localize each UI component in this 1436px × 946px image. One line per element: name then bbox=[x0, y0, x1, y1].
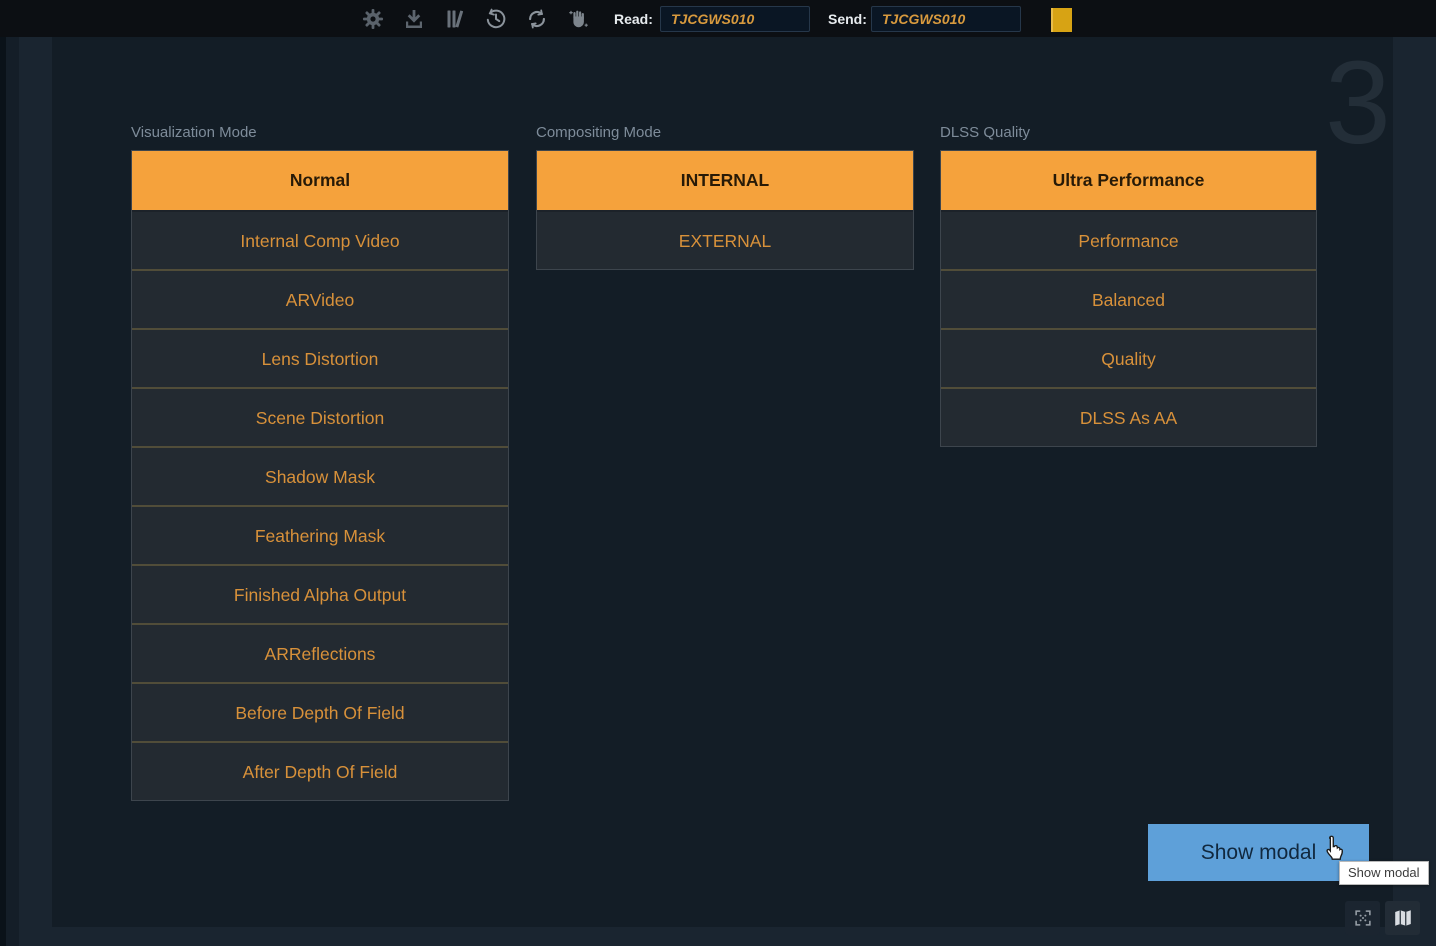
option-performance[interactable]: Performance bbox=[941, 210, 1316, 269]
show-modal-tooltip: Show modal bbox=[1339, 861, 1429, 885]
mouse-cursor-pointer-icon bbox=[1320, 834, 1347, 865]
hand-button[interactable] bbox=[565, 6, 591, 32]
option-arreflections[interactable]: ARReflections bbox=[132, 623, 508, 682]
column-title: DLSS Quality bbox=[940, 124, 1317, 150]
gear-icon bbox=[361, 7, 385, 31]
option-arvideo[interactable]: ARVideo bbox=[132, 269, 508, 328]
fit-view-button[interactable] bbox=[1345, 901, 1380, 935]
column-title: Visualization Mode bbox=[131, 124, 509, 150]
option-quality[interactable]: Quality bbox=[941, 328, 1316, 387]
option-shadow-mask[interactable]: Shadow Mask bbox=[132, 446, 508, 505]
option-internal[interactable]: INTERNAL bbox=[537, 151, 913, 210]
option-group: INTERNALEXTERNAL bbox=[536, 150, 914, 270]
fit-view-icon bbox=[1352, 907, 1374, 929]
option-group: Ultra PerformancePerformanceBalancedQual… bbox=[940, 150, 1317, 447]
column-compositing-mode: Compositing Mode INTERNALEXTERNAL bbox=[536, 124, 914, 270]
top-toolbar: Read: Send: bbox=[0, 0, 1436, 37]
option-balanced[interactable]: Balanced bbox=[941, 269, 1316, 328]
toolbar-icon-group bbox=[360, 0, 591, 37]
option-dlss-as-aa[interactable]: DLSS As AA bbox=[941, 387, 1316, 446]
library-button[interactable] bbox=[442, 6, 468, 32]
hand-sparkles-icon bbox=[566, 7, 590, 31]
option-ultra-performance[interactable]: Ultra Performance bbox=[941, 151, 1316, 210]
column-dlss-quality: DLSS Quality Ultra PerformancePerformanc… bbox=[940, 124, 1317, 447]
option-after-depth-of-field[interactable]: After Depth Of Field bbox=[132, 741, 508, 800]
library-icon bbox=[443, 7, 467, 31]
refresh-button[interactable] bbox=[524, 6, 550, 32]
option-external[interactable]: EXTERNAL bbox=[537, 210, 913, 269]
option-internal-comp-video[interactable]: Internal Comp Video bbox=[132, 210, 508, 269]
option-before-depth-of-field[interactable]: Before Depth Of Field bbox=[132, 682, 508, 741]
column-visualization-mode: Visualization Mode NormalInternal Comp V… bbox=[131, 124, 509, 801]
option-lens-distortion[interactable]: Lens Distortion bbox=[132, 328, 508, 387]
refresh-icon bbox=[525, 7, 549, 31]
option-scene-distortion[interactable]: Scene Distortion bbox=[132, 387, 508, 446]
download-button[interactable] bbox=[401, 6, 427, 32]
map-icon bbox=[1392, 907, 1414, 929]
status-swatch bbox=[1051, 8, 1072, 32]
read-input[interactable] bbox=[660, 6, 810, 32]
option-group: NormalInternal Comp VideoARVideoLens Dis… bbox=[131, 150, 509, 801]
column-title: Compositing Mode bbox=[536, 124, 914, 150]
map-button[interactable] bbox=[1385, 901, 1420, 935]
option-finished-alpha-output[interactable]: Finished Alpha Output bbox=[132, 564, 508, 623]
history-icon bbox=[484, 7, 508, 31]
send-input[interactable] bbox=[871, 6, 1021, 32]
left-frame-strip bbox=[6, 37, 19, 946]
option-normal[interactable]: Normal bbox=[132, 151, 508, 210]
option-feathering-mask[interactable]: Feathering Mask bbox=[132, 505, 508, 564]
history-button[interactable] bbox=[483, 6, 509, 32]
read-label: Read: bbox=[614, 0, 653, 37]
send-label: Send: bbox=[828, 0, 867, 37]
download-icon bbox=[402, 7, 426, 31]
settings-button[interactable] bbox=[360, 6, 386, 32]
